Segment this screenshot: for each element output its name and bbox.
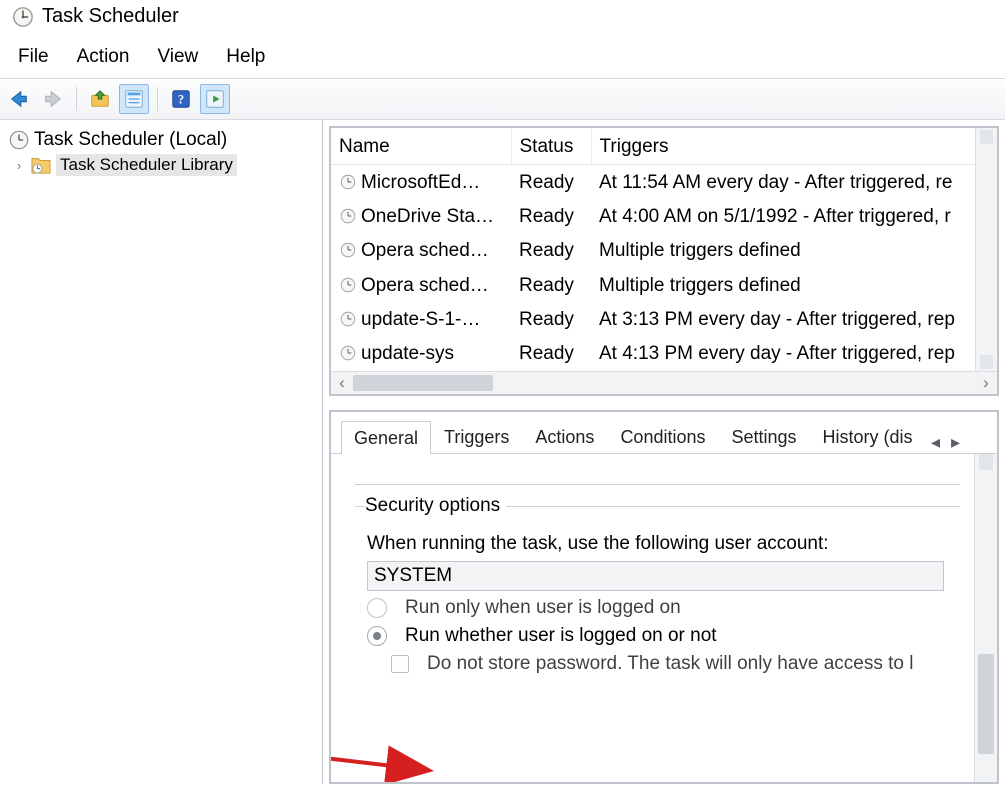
toolbar-separator (76, 87, 77, 111)
expander-icon[interactable]: › (12, 158, 26, 173)
detail-area: Name Status Triggers MicrosoftEd…ReadyAt… (323, 120, 1005, 784)
cell-status: Ready (511, 337, 591, 371)
cell-triggers: At 4:00 AM on 5/1/1992 - After triggered… (591, 199, 975, 233)
clock-icon (339, 207, 357, 225)
security-account-field[interactable]: SYSTEM (367, 561, 944, 591)
cell-name: Opera sched… (331, 268, 511, 302)
cell-triggers: At 4:13 PM every day - After triggered, … (591, 337, 975, 371)
window-title: Task Scheduler (42, 5, 179, 28)
tab-content-general: Security options When running the task, … (331, 454, 974, 782)
cell-status: Ready (511, 268, 591, 302)
radio-run-logged-or-not-label: Run whether user is logged on or not (405, 625, 717, 647)
help-button[interactable]: ? (166, 84, 196, 114)
nav-tree: Task Scheduler (Local) › Task Scheduler … (0, 120, 323, 784)
radio-run-logged-on[interactable]: Run only when user is logged on (367, 597, 954, 619)
tab-conditions[interactable]: Conditions (607, 422, 718, 453)
cell-triggers: At 11:54 AM every day - After triggered,… (591, 165, 975, 200)
checkbox-no-store-password[interactable]: Do not store password. The task will onl… (391, 653, 954, 675)
content-top-divider (355, 484, 960, 485)
clock-icon (339, 276, 357, 294)
tab-general[interactable]: General (341, 421, 431, 454)
menu-action[interactable]: Action (77, 44, 146, 70)
cell-name: MicrosoftEd… (331, 165, 511, 200)
toolbar-separator (157, 87, 158, 111)
menu-help[interactable]: Help (226, 44, 281, 70)
task-properties-panel: General Triggers Actions Conditions Sett… (329, 410, 999, 784)
tab-scroll-right[interactable]: ▸ (946, 432, 966, 453)
tab-settings[interactable]: Settings (719, 422, 810, 453)
cell-name: update-sys (331, 337, 511, 371)
radio-run-logged-on-label: Run only when user is logged on (405, 597, 681, 619)
task-scheduler-icon (8, 129, 30, 151)
radio-icon (367, 626, 387, 646)
cell-status: Ready (511, 234, 591, 268)
clock-icon (339, 310, 357, 328)
table-row[interactable]: Opera sched…ReadyMultiple triggers defin… (331, 234, 975, 268)
task-list-panel: Name Status Triggers MicrosoftEd…ReadyAt… (329, 126, 999, 396)
tree-library[interactable]: › Task Scheduler Library (12, 154, 316, 176)
tab-scroll-left[interactable]: ◂ (926, 432, 946, 453)
scroll-left-icon[interactable]: ‹ (332, 375, 352, 391)
scroll-thumb[interactable] (978, 654, 994, 754)
tab-history[interactable]: History (dis (810, 422, 926, 453)
cell-status: Ready (511, 302, 591, 336)
cell-triggers: Multiple triggers defined (591, 234, 975, 268)
cell-triggers: At 3:13 PM every day - After triggered, … (591, 302, 975, 336)
security-options-legend: Security options (365, 495, 506, 517)
security-prompt: When running the task, use the following… (367, 533, 954, 555)
tree-root[interactable]: Task Scheduler (Local) (6, 128, 316, 152)
up-button[interactable] (85, 84, 115, 114)
security-prompt-text: When running the task, use the following… (367, 533, 829, 555)
cell-status: Ready (511, 199, 591, 233)
properties-vscrollbar[interactable] (974, 454, 997, 782)
col-triggers[interactable]: Triggers (591, 128, 975, 165)
cell-status: Ready (511, 165, 591, 200)
security-options-group: Security options When running the task, … (355, 495, 960, 685)
cell-triggers: Multiple triggers defined (591, 268, 975, 302)
tab-triggers[interactable]: Triggers (431, 422, 522, 453)
svg-text:?: ? (178, 93, 184, 107)
col-status[interactable]: Status (511, 128, 591, 165)
radio-run-logged-or-not[interactable]: Run whether user is logged on or not (367, 625, 954, 647)
clock-icon (339, 344, 357, 362)
titlebar: Task Scheduler (0, 0, 1005, 34)
tree-library-label: Task Scheduler Library (56, 154, 237, 176)
workspace: Task Scheduler (Local) › Task Scheduler … (0, 120, 1005, 784)
radio-icon (367, 598, 387, 618)
toolbar: ? (0, 78, 1005, 120)
menubar: File Action View Help (0, 34, 1005, 78)
clock-icon (339, 173, 357, 191)
clock-icon (339, 241, 357, 259)
table-row[interactable]: MicrosoftEd…ReadyAt 11:54 AM every day -… (331, 165, 975, 200)
col-name[interactable]: Name (331, 128, 511, 165)
table-row[interactable]: OneDrive Sta…ReadyAt 4:00 AM on 5/1/1992… (331, 199, 975, 233)
cell-name: update-S-1-… (331, 302, 511, 336)
tree-root-label: Task Scheduler (Local) (34, 129, 227, 151)
cell-name: OneDrive Sta… (331, 199, 511, 233)
library-folder-icon (30, 155, 52, 175)
properties-button[interactable] (119, 84, 149, 114)
scroll-right-icon[interactable]: › (976, 375, 996, 391)
table-row[interactable]: update-S-1-…ReadyAt 3:13 PM every day - … (331, 302, 975, 336)
annotation-arrow (331, 702, 454, 782)
cell-name: Opera sched… (331, 234, 511, 268)
tasklist-vscrollbar[interactable] (975, 128, 997, 371)
tasklist-hscrollbar[interactable]: ‹ › (331, 371, 997, 394)
checkbox-icon (391, 655, 409, 673)
tab-actions[interactable]: Actions (522, 422, 607, 453)
scroll-thumb[interactable] (353, 375, 493, 391)
menu-file[interactable]: File (18, 44, 65, 70)
table-row[interactable]: Opera sched…ReadyMultiple triggers defin… (331, 268, 975, 302)
back-button[interactable] (4, 84, 34, 114)
checkbox-no-store-password-label: Do not store password. The task will onl… (427, 653, 914, 675)
menu-view[interactable]: View (157, 44, 214, 70)
table-row[interactable]: update-sysReadyAt 4:13 PM every day - Af… (331, 337, 975, 371)
tab-strip: General Triggers Actions Conditions Sett… (331, 412, 997, 454)
run-button[interactable] (200, 84, 230, 114)
task-table[interactable]: Name Status Triggers MicrosoftEd…ReadyAt… (331, 128, 975, 371)
task-scheduler-icon (12, 6, 34, 28)
forward-button[interactable] (38, 84, 68, 114)
security-account-row: SYSTEM (367, 561, 954, 591)
